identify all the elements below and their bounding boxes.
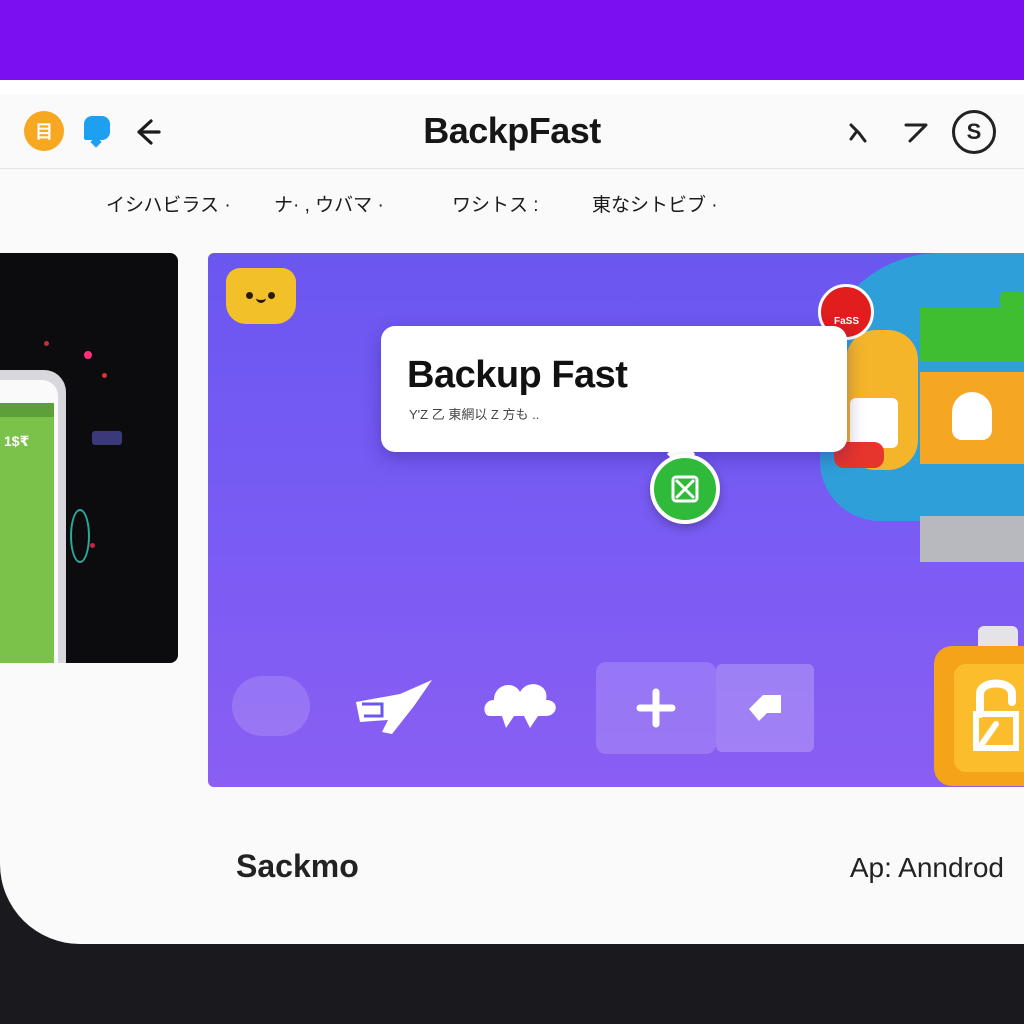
account-icon-label: S (966, 119, 982, 144)
footer-brand: Sackmo (236, 848, 359, 884)
menu-item-2[interactable]: ナ· , ウバマ · (274, 190, 384, 217)
phone-preview-panel[interactable]: 1$₹ (0, 253, 178, 663)
menu-item-4[interactable]: 東なシトビブ · (592, 190, 718, 217)
mascot-eye (268, 292, 275, 299)
phone-screen-text: 1$₹ (4, 433, 30, 449)
mascot-mouth (256, 294, 266, 303)
plant-icon (1000, 292, 1024, 308)
footer-platform: Ap: Anndrod (849, 852, 1004, 883)
illustration-gray-panel (920, 516, 1024, 562)
robot-chest (850, 398, 898, 448)
mascot-icon (226, 268, 296, 324)
menu-item-3[interactable]: ワシトス : (452, 190, 539, 217)
sync-icon (671, 475, 699, 503)
tag-button[interactable] (716, 664, 814, 752)
callout-card: Backup Fast Y'Z 乙 東網以 Z 方も .. (381, 326, 847, 452)
decor-dot (102, 373, 107, 378)
lock-card-top (978, 626, 1018, 648)
plus-icon (636, 688, 676, 728)
illustration-green-panel (920, 308, 1024, 362)
lock-icon (968, 674, 1024, 759)
decor-dot (90, 543, 95, 548)
decor-ring (70, 509, 90, 563)
main-menu: イシハビラス · ナ· , ウバマ · ワシトス : 東なシトビブ · (0, 180, 1024, 228)
phone-status-bar (0, 403, 54, 417)
collapse-icon[interactable] (838, 112, 878, 152)
top-banner (0, 0, 1024, 80)
header-bar: 目 BackpFast S (0, 94, 1024, 169)
backup-action-button[interactable] (650, 454, 720, 524)
decor-block (92, 431, 122, 445)
add-button[interactable] (596, 662, 716, 754)
decor-dot (44, 341, 49, 346)
decor-dot (84, 351, 92, 359)
bottom-background (0, 944, 1024, 1024)
cloud-upload-icon[interactable] (480, 672, 560, 737)
share-icon[interactable] (352, 676, 436, 745)
expand-icon[interactable] (896, 112, 936, 152)
callout-subtitle: Y'Z 乙 東網以 Z 方も .. (409, 407, 540, 422)
banner-divider (0, 80, 1024, 94)
callout-title: Backup Fast (407, 354, 628, 396)
badge-text: FaSS (834, 316, 860, 327)
account-icon[interactable]: S (952, 110, 996, 154)
menu-item-1[interactable]: イシハビラス · (106, 190, 231, 217)
cloud-icon[interactable] (232, 676, 310, 736)
android-icon (952, 392, 992, 440)
mascot-eye (246, 292, 253, 299)
tag-icon (749, 695, 781, 721)
